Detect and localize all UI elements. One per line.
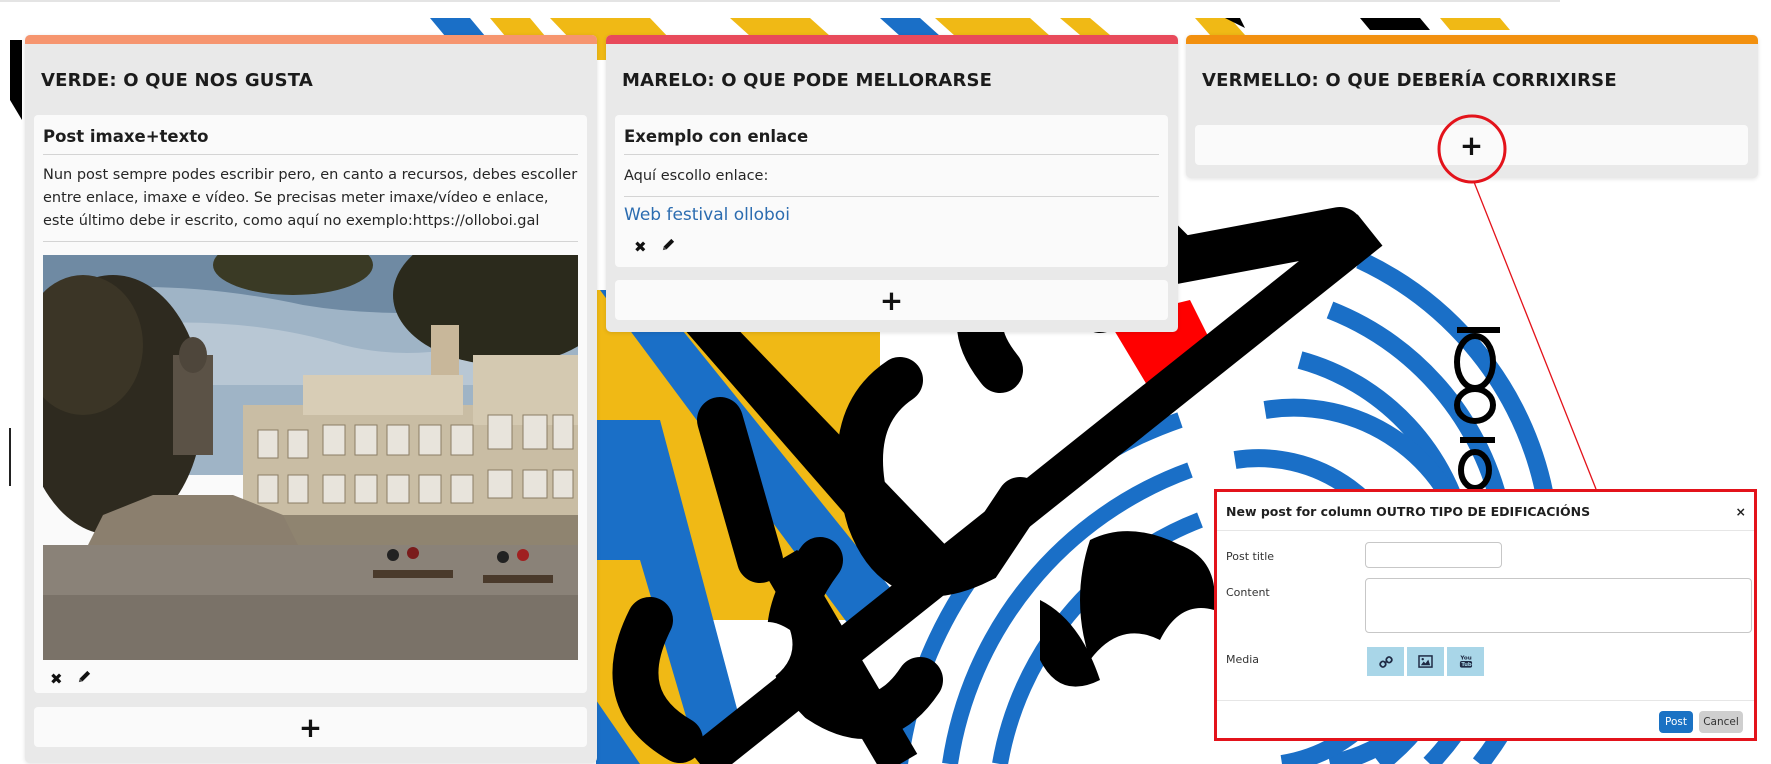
link-icon[interactable] <box>1367 647 1404 676</box>
delete-icon[interactable]: ✖ <box>634 238 647 256</box>
content-textarea[interactable] <box>1365 578 1752 633</box>
left-edge-mark <box>9 428 11 486</box>
column-title: VERDE: O QUE NOS GUSTA <box>41 70 314 91</box>
town-square-photo <box>43 255 578 660</box>
post-card: Exemplo con enlace Aquí escollo enlace: … <box>615 115 1168 267</box>
svg-text:Tube: Tube <box>1461 662 1473 668</box>
column-title: MARELO: O QUE PODE MELLORARSE <box>622 70 993 91</box>
column-accent-bar <box>25 35 597 44</box>
post-button[interactable]: Post <box>1659 711 1693 733</box>
post-link[interactable]: Web festival olloboi <box>624 205 790 225</box>
close-icon[interactable]: × <box>1736 504 1746 519</box>
post-title: Post imaxe+texto <box>43 115 578 155</box>
post-text: Nun post sempre podes escribir pero, en … <box>43 155 578 242</box>
modal-title: New post for column OUTRO TIPO DE EDIFIC… <box>1226 503 1591 519</box>
svg-text:You: You <box>1459 656 1471 662</box>
post-title-label: Post title <box>1226 550 1275 563</box>
pencil-icon[interactable] <box>661 237 676 256</box>
media-label: Media <box>1226 653 1260 666</box>
post-actions: ✖ <box>50 669 92 688</box>
modal-footer <box>1217 700 1754 701</box>
modal-header: New post for column OUTRO TIPO DE EDIFIC… <box>1217 492 1754 531</box>
column-vermello: VERMELLO: O QUE DEBERÍA CORRIXIRSE + <box>1186 35 1758 178</box>
column-accent-bar <box>606 35 1178 44</box>
content-label: Content <box>1226 586 1270 599</box>
column-title: VERMELLO: O QUE DEBERÍA CORRIXIRSE <box>1202 70 1617 91</box>
post-title-input[interactable] <box>1365 542 1502 568</box>
post-card: Post imaxe+texto Nun post sempre podes e… <box>34 115 587 693</box>
post-actions: ✖ <box>634 237 676 256</box>
post-title: Exemplo con enlace <box>624 115 1159 155</box>
new-post-modal: New post for column OUTRO TIPO DE EDIFIC… <box>1214 489 1757 741</box>
add-post-button[interactable]: + <box>615 280 1168 320</box>
column-verde: VERDE: O QUE NOS GUSTA Post imaxe+texto … <box>25 35 597 763</box>
post-text: Aquí escollo enlace: <box>624 155 1159 197</box>
add-post-button[interactable]: + <box>1195 125 1748 165</box>
cancel-button[interactable]: Cancel <box>1699 711 1743 733</box>
delete-icon[interactable]: ✖ <box>50 670 63 688</box>
column-accent-bar <box>1186 35 1758 44</box>
image-icon[interactable] <box>1407 647 1444 676</box>
column-marelo: MARELO: O QUE PODE MELLORARSE Exemplo co… <box>606 35 1178 332</box>
add-post-button[interactable]: + <box>34 707 587 747</box>
pencil-icon[interactable] <box>77 669 92 688</box>
youtube-icon[interactable]: YouTube <box>1447 647 1484 676</box>
